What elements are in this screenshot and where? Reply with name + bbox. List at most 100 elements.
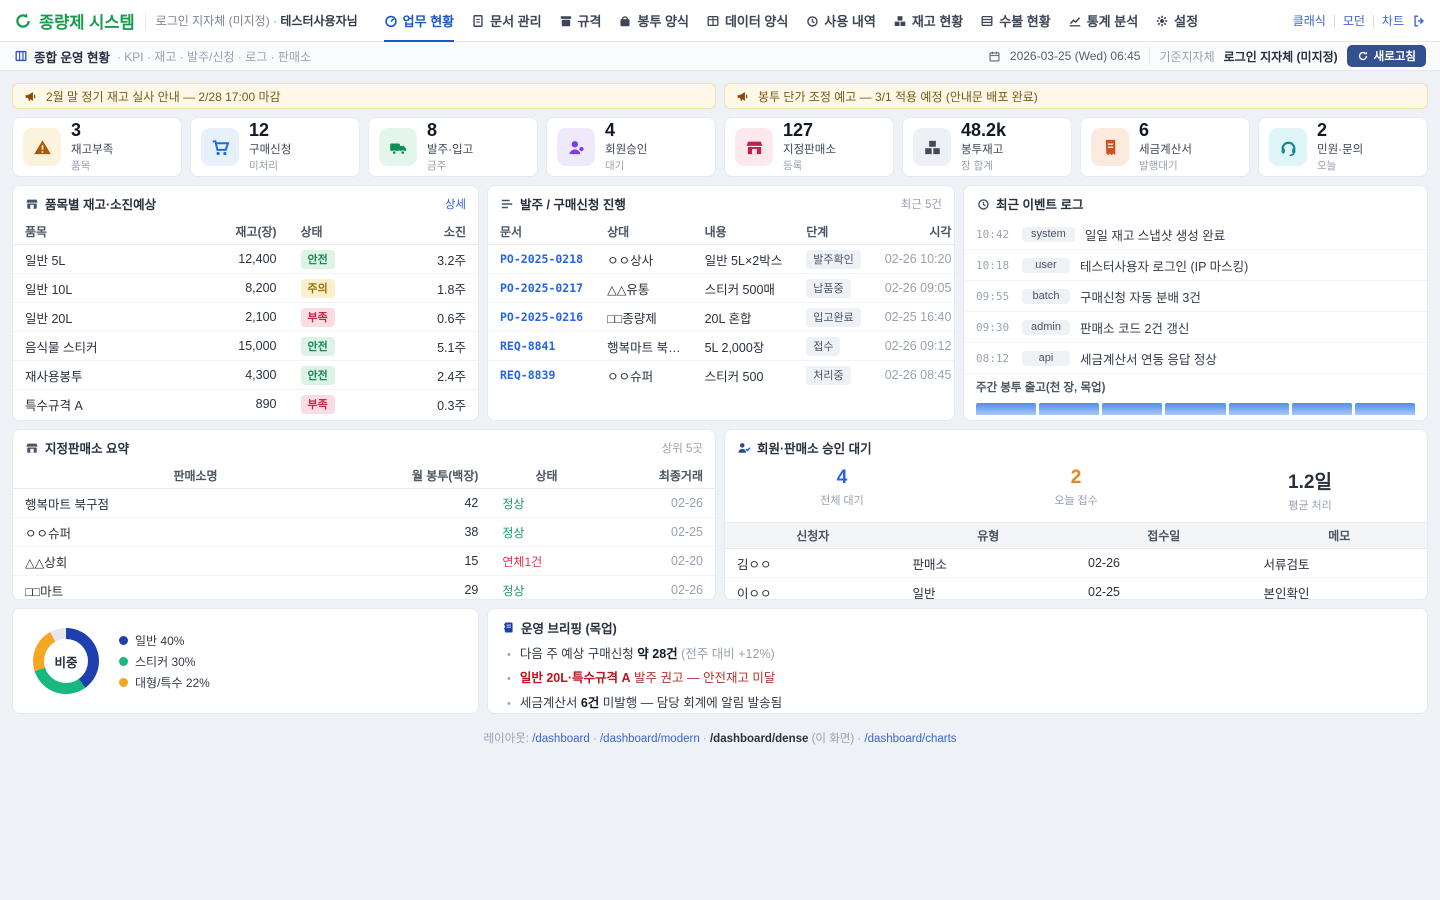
refresh-button[interactable]: 새로고침 bbox=[1347, 45, 1426, 67]
log-tag-badge: admin bbox=[1022, 320, 1070, 335]
nav-document-mgmt[interactable]: 문서 관리 bbox=[471, 0, 541, 42]
nav-statistics[interactable]: 통계 분석 bbox=[1068, 0, 1138, 42]
page-title: 종합 운영 현황 bbox=[14, 47, 110, 66]
kpi-card-bag-inventory: 48.2k 봉투재고 장 합계 bbox=[902, 117, 1072, 177]
document-icon bbox=[471, 14, 485, 28]
gear-icon bbox=[1155, 14, 1169, 28]
bar bbox=[1229, 403, 1289, 415]
doc-link[interactable]: PO-2025-0217 bbox=[500, 281, 583, 295]
layout-link-chart[interactable]: 차트 bbox=[1382, 12, 1404, 29]
bar-label: 일 bbox=[1355, 418, 1415, 421]
log-tag-badge: batch bbox=[1022, 289, 1070, 304]
footer-link-charts[interactable]: /dashboard/charts bbox=[864, 733, 956, 745]
bullet-icon: • bbox=[507, 698, 511, 710]
table-row: PO-2025-0217△△유통스티커 500매납품중02-26 09:05 bbox=[488, 274, 955, 303]
app-logo[interactable]: 종량제 시스템 bbox=[14, 9, 135, 33]
status-badge: 안전 bbox=[301, 250, 335, 269]
table-row: 일반 20L2,100부족0.6주 bbox=[13, 303, 478, 332]
recycle-logo-icon bbox=[14, 12, 32, 30]
app-title: 종량제 시스템 bbox=[39, 9, 135, 33]
nav-usage-history[interactable]: 사용 내역 bbox=[805, 0, 875, 42]
cubes-icon bbox=[893, 14, 907, 28]
legend-dot bbox=[119, 657, 128, 666]
table-row: PO-2025-0218ㅇㅇ상사일반 5L×2박스발주확인02-26 10:20 bbox=[488, 245, 955, 274]
nav-inventory-status[interactable]: 재고 현황 bbox=[893, 0, 963, 42]
breadcrumb: · KPI · 재고 · 발주/신청 · 로그 · 판매소 bbox=[117, 48, 311, 65]
nav-ledger-status[interactable]: 수불 현황 bbox=[980, 0, 1050, 42]
table-row: 일반 5L12,400안전3.2주 bbox=[13, 245, 478, 274]
step-badge: 납품중 bbox=[806, 279, 850, 298]
status-badge: 주의 bbox=[301, 279, 335, 298]
log-tag-badge: system bbox=[1022, 227, 1075, 242]
layout-link-classic[interactable]: 클래식 bbox=[1293, 12, 1326, 29]
ledger-icon bbox=[980, 14, 994, 28]
stock-detail-link[interactable]: 상세 bbox=[445, 196, 466, 212]
storefront-icon bbox=[25, 197, 39, 211]
calendar-icon bbox=[988, 50, 1001, 63]
gauge-icon bbox=[384, 14, 398, 28]
footer-link-modern[interactable]: /dashboard/modern bbox=[600, 733, 700, 745]
doc-link[interactable]: REQ-8841 bbox=[500, 339, 555, 353]
status-badge: 안전 bbox=[301, 366, 335, 385]
kpi-card-purchase-requests: 12 구매신청 미처리 bbox=[190, 117, 360, 177]
briefing-item: •다음 주 예상 구매신청 약 28건 (전주 대비 +12%) bbox=[507, 643, 1413, 662]
legend-dot bbox=[119, 636, 128, 645]
step-badge: 발주확인 bbox=[806, 250, 860, 269]
warning-icon bbox=[23, 128, 61, 166]
store-icon bbox=[25, 441, 39, 455]
briefing-item: •일반 20L·특수규격 A 발주 권고 — 안전재고 미달 bbox=[507, 667, 1413, 686]
notice-banner-2: 봉투 단가 조정 예고 — 3/1 적용 예정 (안내문 배포 완료) bbox=[724, 83, 1428, 109]
layout-link-modern[interactable]: 모던 bbox=[1343, 12, 1365, 29]
logout-icon[interactable] bbox=[1412, 14, 1426, 28]
legend-item: 대형/특수 22% bbox=[119, 674, 210, 691]
bar-column: 일 bbox=[1355, 403, 1415, 421]
divider bbox=[1149, 47, 1150, 65]
list-item: 10:18user테스터사용자 로그인 (IP 마스킹) bbox=[964, 250, 1427, 281]
store-status: 정상 bbox=[502, 497, 524, 511]
nav-data-form[interactable]: 데이터 양식 bbox=[706, 0, 788, 42]
approval-stats: 4전체 대기 2오늘 접수 1.2일평균 처리 bbox=[725, 459, 1427, 522]
bar bbox=[976, 403, 1036, 415]
share-donut: 비중 bbox=[33, 628, 99, 694]
table-grid-icon bbox=[706, 14, 720, 28]
table-row: 재사용봉투4,300안전2.4주 bbox=[13, 361, 478, 390]
stat-today-received: 2오늘 접수 bbox=[959, 467, 1193, 513]
notebook-icon bbox=[502, 621, 515, 634]
nav-settings[interactable]: 설정 bbox=[1155, 0, 1198, 42]
approval-panel-title: 회원·판매소 승인 대기 bbox=[737, 438, 872, 457]
bar-label: 금 bbox=[1229, 418, 1289, 421]
store-status: 정상 bbox=[502, 526, 524, 540]
doc-link[interactable]: PO-2025-0216 bbox=[500, 310, 583, 324]
nav-spec[interactable]: 규격 bbox=[559, 0, 602, 42]
megaphone-icon bbox=[736, 90, 749, 103]
bar-column: 목 bbox=[1165, 403, 1225, 421]
kpi-card-tax-invoice: 6 세금계산서 발행대기 bbox=[1080, 117, 1250, 177]
event-log-title: 최근 이벤트 로그 bbox=[976, 194, 1083, 213]
stores-panel-title: 지정판매소 요약 bbox=[25, 438, 129, 457]
log-tag-badge: user bbox=[1022, 258, 1070, 273]
history-icon bbox=[805, 14, 819, 28]
approval-panel: 회원·판매소 승인 대기 4전체 대기 2오늘 접수 1.2일평균 처리 신청자… bbox=[724, 429, 1428, 600]
table-row: PO-2025-0216□□종량제20L 혼합입고완료02-25 16:40 bbox=[488, 303, 955, 332]
doc-link[interactable]: PO-2025-0218 bbox=[500, 252, 583, 266]
refresh-icon bbox=[1357, 50, 1369, 62]
table-row: □□마트29정상02-26 bbox=[13, 576, 715, 601]
nav-work-status[interactable]: 업무 현황 bbox=[384, 0, 454, 42]
list-item: 09:55batch구매신청 자동 분배 3건 bbox=[964, 281, 1427, 312]
weekly-bar-chart: 월화수목금토일 bbox=[976, 403, 1415, 421]
footer-link-dashboard[interactable]: /dashboard bbox=[532, 733, 590, 745]
basis-label: 기준지자체 bbox=[1159, 48, 1214, 65]
nav-bag-form[interactable]: 봉투 양식 bbox=[618, 0, 688, 42]
history-icon bbox=[976, 197, 990, 211]
truck-icon bbox=[379, 128, 417, 166]
divider bbox=[1334, 15, 1335, 27]
chart-line-icon bbox=[1068, 14, 1082, 28]
approval-table: 신청자 유형 접수일 메모 김ㅇㅇ판매소02-26서류검토 이ㅇㅇ일반02-25… bbox=[725, 522, 1427, 600]
step-badge: 입고완료 bbox=[806, 308, 860, 327]
kpi-card-designated-stores: 127 지정판매소 등록 bbox=[724, 117, 894, 177]
bag-icon bbox=[618, 14, 632, 28]
bar-column: 수 bbox=[1102, 403, 1162, 421]
stock-panel-title: 품목별 재고·소진예상 bbox=[25, 194, 156, 213]
table-row: REQ-8841행복마트 북…5L 2,000장접수02-26 09:12 bbox=[488, 332, 955, 361]
doc-link[interactable]: REQ-8839 bbox=[500, 368, 555, 382]
